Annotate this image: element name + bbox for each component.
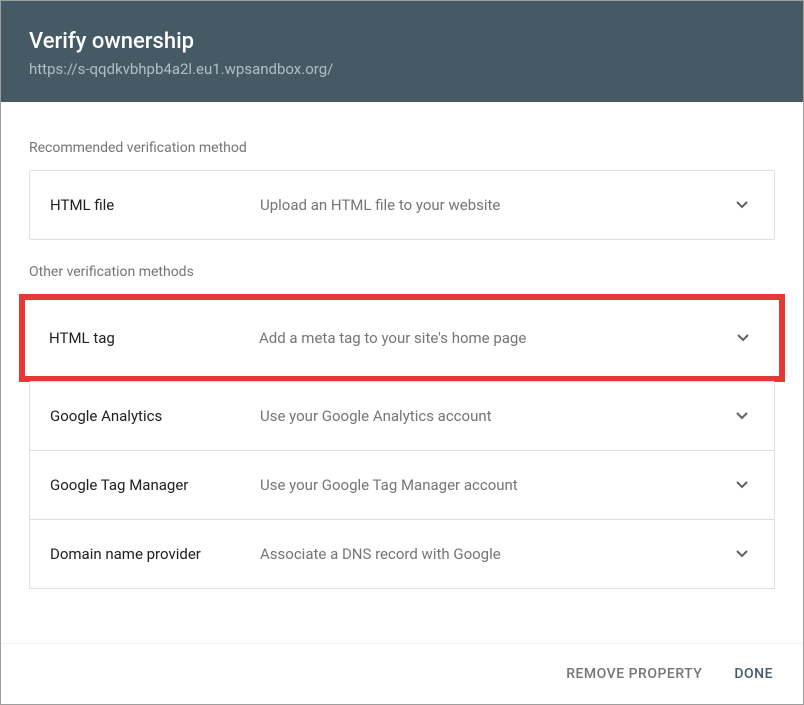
dialog-body: Recommended verification method HTML fil… xyxy=(1,102,803,643)
recommended-section-label: Recommended verification method xyxy=(29,140,775,156)
chevron-down-icon xyxy=(730,193,754,217)
method-title: HTML file xyxy=(50,196,260,214)
chevron-down-icon xyxy=(731,326,755,350)
chevron-down-icon xyxy=(730,404,754,428)
chevron-down-icon xyxy=(730,473,754,497)
method-domain-provider[interactable]: Domain name provider Associate a DNS rec… xyxy=(29,520,775,589)
done-button[interactable]: DONE xyxy=(732,662,775,686)
method-title: Google Tag Manager xyxy=(50,476,260,494)
verify-ownership-dialog: Verify ownership https://s-qqdkvbhpb4a2l… xyxy=(0,0,804,705)
highlighted-method: HTML tag Add a meta tag to your site's h… xyxy=(19,294,785,382)
method-description: Upload an HTML file to your website xyxy=(260,196,730,214)
method-title: HTML tag xyxy=(49,329,259,347)
method-google-analytics[interactable]: Google Analytics Use your Google Analyti… xyxy=(29,381,775,451)
dialog-subtitle: https://s-qqdkvbhpb4a2l.eu1.wpsandbox.or… xyxy=(29,60,775,78)
dialog-header: Verify ownership https://s-qqdkvbhpb4a2l… xyxy=(1,1,803,102)
dialog-title: Verify ownership xyxy=(29,29,775,54)
method-description: Use your Google Tag Manager account xyxy=(260,476,730,494)
method-google-tag-manager[interactable]: Google Tag Manager Use your Google Tag M… xyxy=(29,451,775,520)
method-html-file[interactable]: HTML file Upload an HTML file to your we… xyxy=(29,170,775,240)
method-description: Associate a DNS record with Google xyxy=(260,545,730,563)
method-description: Use your Google Analytics account xyxy=(260,407,730,425)
dialog-footer: REMOVE PROPERTY DONE xyxy=(1,643,803,704)
method-title: Google Analytics xyxy=(50,407,260,425)
method-title: Domain name provider xyxy=(50,545,260,563)
remove-property-button[interactable]: REMOVE PROPERTY xyxy=(564,662,704,686)
chevron-down-icon xyxy=(730,542,754,566)
other-section-label: Other verification methods xyxy=(29,264,775,280)
method-description: Add a meta tag to your site's home page xyxy=(259,329,731,347)
method-html-tag[interactable]: HTML tag Add a meta tag to your site's h… xyxy=(29,304,775,372)
